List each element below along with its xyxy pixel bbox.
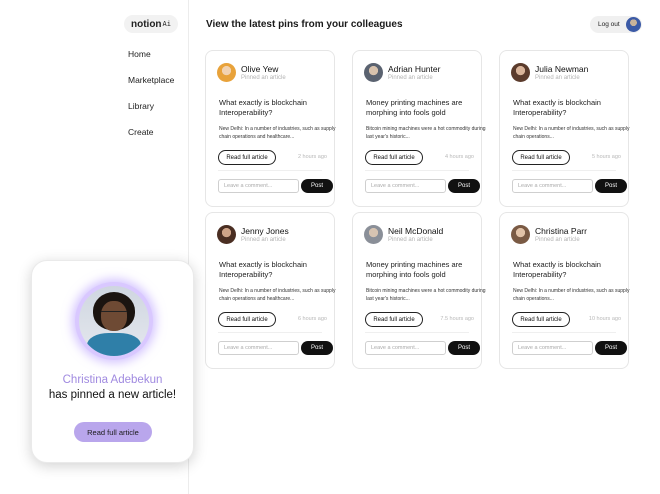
article-headline[interactable]: What exactly is blockchain Interoperabil… xyxy=(513,98,631,118)
notification-message: has pinned a new article! xyxy=(48,389,177,401)
article-headline[interactable]: What exactly is blockchain Interoperabil… xyxy=(219,98,337,118)
author-name[interactable]: Julia Newman xyxy=(535,64,588,74)
author-avatar[interactable] xyxy=(217,63,236,82)
article-headline[interactable]: Money printing machines are morphing int… xyxy=(366,98,484,118)
sidebar-nav: Home Marketplace Library Create xyxy=(128,48,174,152)
card-divider xyxy=(365,170,469,171)
post-button[interactable]: Post xyxy=(448,179,480,193)
post-button[interactable]: Post xyxy=(595,179,627,193)
pin-timestamp: 10 hours ago xyxy=(588,316,621,322)
notion-ai-logo[interactable]: notion Ai xyxy=(124,15,178,33)
sidebar-item-create[interactable]: Create xyxy=(128,126,174,152)
comment-input[interactable]: Leave a comment... xyxy=(512,179,593,193)
post-button[interactable]: Post xyxy=(448,341,480,355)
card-divider xyxy=(218,170,322,171)
sidebar-item-home[interactable]: Home xyxy=(128,48,174,74)
pin-action-text: Pinned an article xyxy=(241,75,286,81)
sidebar-item-marketplace[interactable]: Marketplace xyxy=(128,74,174,100)
card-divider xyxy=(218,332,322,333)
author-name[interactable]: Olive Yew xyxy=(241,64,278,74)
comment-input[interactable]: Leave a comment... xyxy=(365,341,446,355)
read-full-article-button[interactable]: Read full article xyxy=(218,150,276,165)
sidebar-item-library[interactable]: Library xyxy=(128,100,174,126)
article-excerpt: New Delhi: In a number of industries, su… xyxy=(513,288,630,302)
comment-input[interactable]: Leave a comment... xyxy=(365,179,446,193)
author-name[interactable]: Christina Parr xyxy=(535,226,587,236)
logout-label: Log out xyxy=(598,21,620,28)
article-headline[interactable]: What exactly is blockchain Interoperabil… xyxy=(513,260,631,280)
card-divider xyxy=(512,170,616,171)
pin-timestamp: 7.5 hours ago xyxy=(440,316,474,322)
pin-timestamp: 2 hours ago xyxy=(297,154,327,160)
pin-action-text: Pinned an article xyxy=(535,75,580,81)
author-avatar[interactable] xyxy=(364,225,383,244)
post-button[interactable]: Post xyxy=(595,341,627,355)
pin-card: Julia Newman Pinned an article What exac… xyxy=(499,50,629,207)
comment-input[interactable]: Leave a comment... xyxy=(512,341,593,355)
pin-card: Olive Yew Pinned an article What exactly… xyxy=(205,50,335,207)
pin-action-text: Pinned an article xyxy=(388,75,433,81)
read-full-article-button[interactable]: Read full article xyxy=(512,312,570,327)
pin-notification-card: Christina Adebekun has pinned a new arti… xyxy=(31,260,194,463)
comment-input[interactable]: Leave a comment... xyxy=(218,179,299,193)
article-excerpt: Bitcoin mining machines were a hot commo… xyxy=(366,288,486,302)
read-full-article-button[interactable]: Read full article xyxy=(365,312,423,327)
pin-timestamp: 5 hours ago xyxy=(591,154,621,160)
author-name[interactable]: Neil McDonald xyxy=(388,226,443,236)
pin-action-text: Pinned an article xyxy=(388,237,433,243)
user-avatar[interactable] xyxy=(626,17,641,32)
avatar-highlight-ring xyxy=(75,282,153,360)
logout-button[interactable]: Log out xyxy=(590,16,642,33)
pin-action-text: Pinned an article xyxy=(535,237,580,243)
pin-timestamp: 6 hours ago xyxy=(297,316,327,322)
article-excerpt: New Delhi: In a number of industries, su… xyxy=(513,126,630,140)
notification-person-name: Christina Adebekun xyxy=(62,374,163,386)
post-button[interactable]: Post xyxy=(301,179,333,193)
notification-read-button[interactable]: Read full article xyxy=(74,422,152,442)
pin-action-text: Pinned an article xyxy=(241,237,286,243)
notification-avatar xyxy=(79,286,149,356)
article-excerpt: New Delhi: In a number of industries, su… xyxy=(219,126,336,140)
pin-card: Adrian Hunter Pinned an article Money pr… xyxy=(352,50,486,207)
read-full-article-button[interactable]: Read full article xyxy=(218,312,276,327)
article-excerpt: New Delhi: In a number of industries, su… xyxy=(219,288,336,302)
article-headline[interactable]: Money printing machines are morphing int… xyxy=(366,260,484,280)
comment-input[interactable]: Leave a comment... xyxy=(218,341,299,355)
author-avatar[interactable] xyxy=(217,225,236,244)
article-excerpt: Bitcoin mining machines were a hot commo… xyxy=(366,126,486,140)
article-headline[interactable]: What exactly is blockchain Interoperabil… xyxy=(219,260,337,280)
pin-card: Jenny Jones Pinned an article What exact… xyxy=(205,212,335,369)
page-title: View the latest pins from your colleague… xyxy=(206,19,403,30)
author-avatar[interactable] xyxy=(511,225,530,244)
author-name[interactable]: Jenny Jones xyxy=(241,226,289,236)
pin-timestamp: 4 hours ago xyxy=(444,154,474,160)
author-avatar[interactable] xyxy=(364,63,383,82)
read-full-article-button[interactable]: Read full article xyxy=(512,150,570,165)
pin-card: Christina Parr Pinned an article What ex… xyxy=(499,212,629,369)
logo-text: notion xyxy=(131,18,162,30)
card-divider xyxy=(365,332,469,333)
logo-suffix: Ai xyxy=(162,20,171,28)
card-divider xyxy=(512,332,616,333)
author-name[interactable]: Adrian Hunter xyxy=(388,64,440,74)
app-window: notion Ai Home Marketplace Library Create… xyxy=(0,0,660,494)
author-avatar[interactable] xyxy=(511,63,530,82)
post-button[interactable]: Post xyxy=(301,341,333,355)
read-full-article-button[interactable]: Read full article xyxy=(365,150,423,165)
pin-card: Neil McDonald Pinned an article Money pr… xyxy=(352,212,486,369)
